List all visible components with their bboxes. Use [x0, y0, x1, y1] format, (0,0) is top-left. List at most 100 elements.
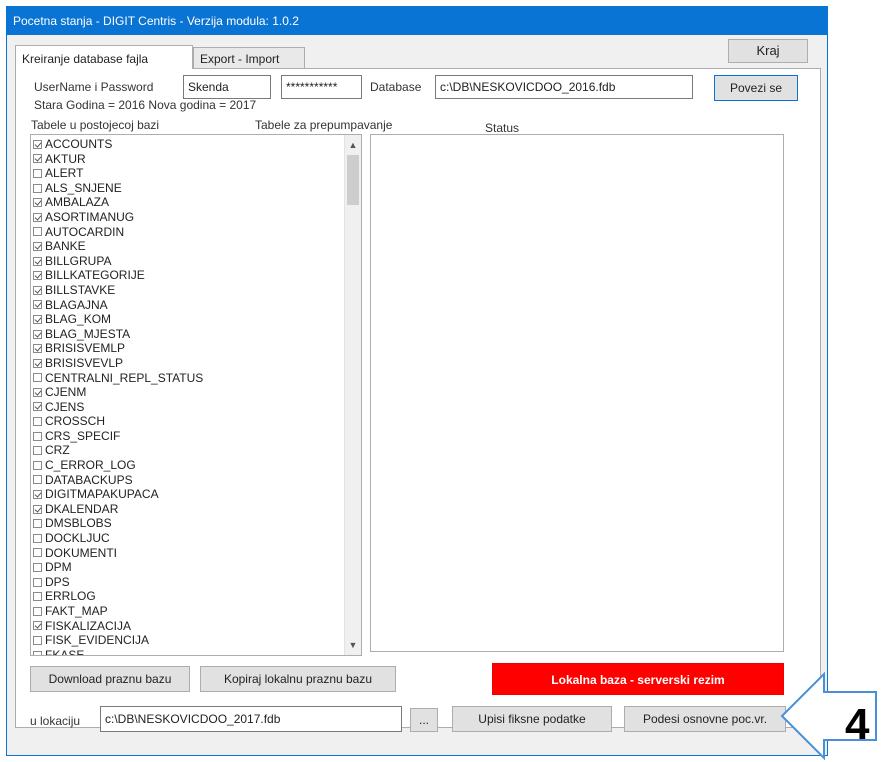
- table-checkbox[interactable]: [33, 314, 42, 324]
- table-list-item[interactable]: DKALENDAR: [33, 502, 203, 517]
- table-list-item[interactable]: ALS_SNJENE: [33, 181, 203, 196]
- table-list-item[interactable]: FISK_EVIDENCIJA: [33, 633, 203, 648]
- table-list-item[interactable]: DATABACKUPS: [33, 473, 203, 488]
- table-list-item[interactable]: CJENM: [33, 385, 203, 400]
- table-list-item[interactable]: DPM: [33, 560, 203, 575]
- table-checkbox[interactable]: [33, 402, 42, 412]
- table-list-item[interactable]: CROSSCH: [33, 414, 203, 429]
- table-checkbox[interactable]: [33, 475, 42, 485]
- table-checkbox[interactable]: [33, 285, 42, 295]
- tables-list[interactable]: ACCOUNTS AKTUR ALERT ALS_SNJENE AMBALAZA ASOR…: [30, 134, 362, 656]
- table-checkbox[interactable]: [33, 606, 42, 616]
- download-empty-db-button[interactable]: Download praznu bazu: [30, 666, 190, 692]
- table-list-item[interactable]: CJENS: [33, 400, 203, 415]
- table-checkbox[interactable]: [33, 650, 42, 655]
- local-server-mode-button[interactable]: Lokalna baza - serverski rezim: [492, 663, 784, 695]
- table-list-item[interactable]: ASORTIMANUG: [33, 210, 203, 225]
- table-checkbox[interactable]: [33, 548, 42, 558]
- table-list-item[interactable]: DIGITMAPAKUPACA: [33, 487, 203, 502]
- table-checkbox[interactable]: [33, 635, 42, 645]
- table-checkbox[interactable]: [33, 621, 42, 631]
- table-checkbox[interactable]: [33, 373, 42, 383]
- annotation-number: 4: [845, 700, 870, 749]
- copy-local-db-button[interactable]: Kopiraj lokalnu praznu bazu: [200, 666, 396, 692]
- table-checkbox[interactable]: [33, 212, 42, 222]
- table-checkbox[interactable]: [33, 504, 42, 514]
- database-path-field[interactable]: c:\DB\NESKOVICDOO_2016.fdb: [435, 75, 693, 99]
- write-fixed-data-button[interactable]: Upisi fiksne podatke: [452, 706, 612, 732]
- connect-button[interactable]: Povezi se: [714, 75, 798, 101]
- table-list-item[interactable]: FISKALIZACIJA: [33, 619, 203, 634]
- table-checkbox[interactable]: [33, 227, 42, 237]
- setup-basic-values-button[interactable]: Podesi osnovne poc.vr.: [624, 706, 786, 732]
- table-list-item[interactable]: BLAG_MJESTA: [33, 327, 203, 342]
- browse-button[interactable]: ...: [410, 708, 438, 732]
- table-list-item[interactable]: DOKUMENTI: [33, 546, 203, 561]
- table-checkbox[interactable]: [33, 198, 42, 208]
- scroll-down-icon[interactable]: ▼: [345, 637, 361, 653]
- table-list-item[interactable]: ERRLOG: [33, 589, 203, 604]
- tab-kreiranje[interactable]: Kreiranje database fajla: [15, 45, 193, 69]
- table-checkbox[interactable]: [33, 431, 42, 441]
- table-checkbox[interactable]: [33, 490, 42, 500]
- table-list-item[interactable]: ALERT: [33, 166, 203, 181]
- table-checkbox[interactable]: [33, 387, 42, 397]
- table-list-item[interactable]: BANKE: [33, 239, 203, 254]
- table-name-label: C_ERROR_LOG: [45, 458, 136, 473]
- table-checkbox[interactable]: [33, 300, 42, 310]
- table-list-item[interactable]: BLAG_KOM: [33, 312, 203, 327]
- scroll-up-icon[interactable]: ▲: [345, 137, 361, 153]
- table-list-item[interactable]: FKASE: [33, 648, 203, 655]
- table-list-item[interactable]: AUTOCARDIN: [33, 225, 203, 240]
- username-field[interactable]: Skenda: [183, 75, 271, 99]
- years-info: Stara Godina = 2016 Nova godina = 2017: [34, 98, 257, 112]
- table-checkbox[interactable]: [33, 358, 42, 368]
- tab-export-import[interactable]: Export - Import: [193, 47, 305, 69]
- table-name-label: DATABACKUPS: [45, 472, 133, 487]
- status-list[interactable]: [370, 134, 784, 652]
- table-list-item[interactable]: BRISISVEVLP: [33, 356, 203, 371]
- table-list-item[interactable]: BRISISVEMLP: [33, 341, 203, 356]
- table-checkbox[interactable]: [33, 417, 42, 427]
- table-checkbox[interactable]: [33, 577, 42, 587]
- table-list-item[interactable]: DPS: [33, 575, 203, 590]
- table-list-item[interactable]: BILLSTAVKE: [33, 283, 203, 298]
- table-list-item[interactable]: DMSBLOBS: [33, 516, 203, 531]
- table-checkbox[interactable]: [33, 154, 42, 164]
- table-name-label: DPM: [45, 560, 72, 575]
- table-list-item[interactable]: ACCOUNTS: [33, 137, 203, 152]
- location-path-field[interactable]: c:\DB\NESKOVICDOO_2017.fdb: [100, 706, 402, 732]
- table-checkbox[interactable]: [33, 533, 42, 543]
- table-checkbox[interactable]: [33, 271, 42, 281]
- table-checkbox[interactable]: [33, 168, 42, 178]
- table-list-item[interactable]: BILLGRUPA: [33, 254, 203, 269]
- table-list-item[interactable]: FAKT_MAP: [33, 604, 203, 619]
- table-checkbox[interactable]: [33, 519, 42, 529]
- table-list-item[interactable]: CRZ: [33, 443, 203, 458]
- close-button[interactable]: Kraj: [728, 39, 808, 63]
- table-checkbox[interactable]: [33, 460, 42, 470]
- annotation-arrow-icon: [780, 671, 877, 761]
- table-checkbox[interactable]: [33, 329, 42, 339]
- table-checkbox[interactable]: [33, 139, 42, 149]
- table-checkbox[interactable]: [33, 241, 42, 251]
- table-name-label: BLAGAJNA: [45, 297, 108, 312]
- table-list-item[interactable]: AMBALAZA: [33, 195, 203, 210]
- table-checkbox[interactable]: [33, 183, 42, 193]
- password-field[interactable]: ***********: [281, 75, 362, 99]
- scroll-thumb[interactable]: [347, 155, 359, 205]
- table-list-item[interactable]: BILLKATEGORIJE: [33, 268, 203, 283]
- table-list-item[interactable]: C_ERROR_LOG: [33, 458, 203, 473]
- table-checkbox[interactable]: [33, 446, 42, 456]
- table-checkbox[interactable]: [33, 563, 42, 573]
- table-checkbox[interactable]: [33, 344, 42, 354]
- table-checkbox[interactable]: [33, 592, 42, 602]
- table-list-item[interactable]: CRS_SPECIF: [33, 429, 203, 444]
- table-list-item[interactable]: DOCKLJUC: [33, 531, 203, 546]
- tables-list-scrollbar[interactable]: ▲ ▼: [344, 135, 361, 655]
- table-checkbox[interactable]: [33, 256, 42, 266]
- table-list-item[interactable]: BLAGAJNA: [33, 298, 203, 313]
- table-list-item[interactable]: AKTUR: [33, 152, 203, 167]
- table-name-label: FISK_EVIDENCIJA: [45, 633, 150, 648]
- table-list-item[interactable]: CENTRALNI_REPL_STATUS: [33, 371, 203, 386]
